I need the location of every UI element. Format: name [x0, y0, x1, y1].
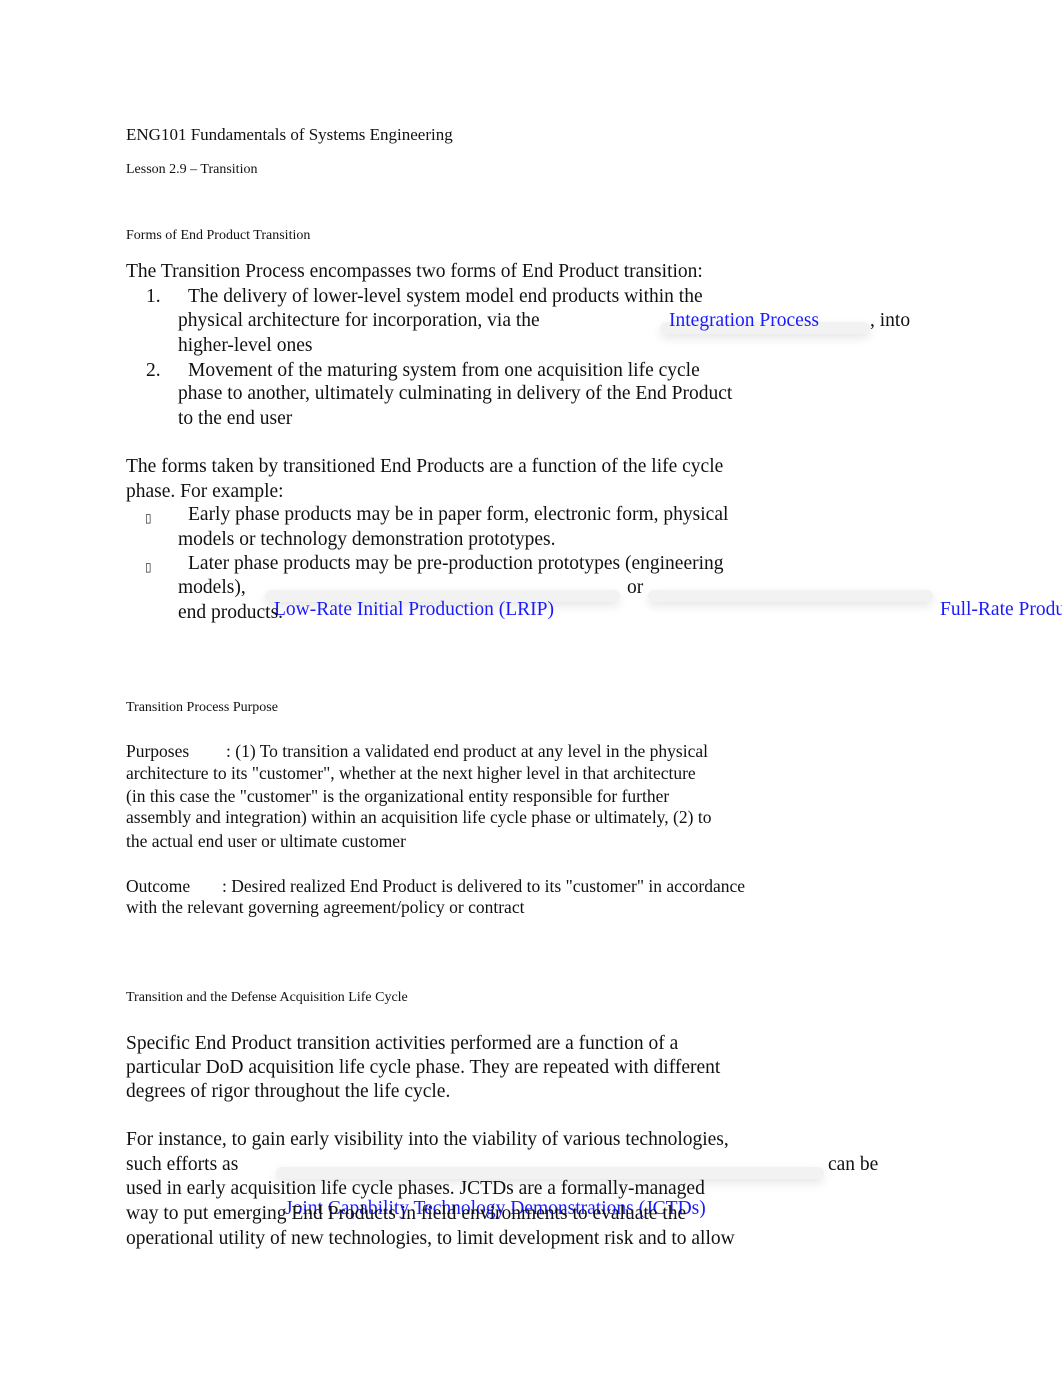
item-text: , into	[870, 310, 911, 331]
section-heading-lifecycle: Transition and the Defense Acquisition L…	[126, 990, 408, 1005]
bullet-icon: ▯	[145, 511, 152, 525]
bullet-text: or	[627, 577, 644, 598]
purposes-text: assembly and integration) within an acqu…	[126, 807, 712, 827]
purposes-label: Purposes	[126, 741, 190, 761]
item-text: to the end user	[178, 408, 293, 429]
purposes-text: architecture to its "customer", whether …	[126, 763, 696, 783]
lifecycle-paragraph: such efforts as	[126, 1154, 239, 1175]
bullet-text: Later phase products may be pre-producti…	[188, 553, 724, 574]
lifecycle-paragraph: can be	[828, 1154, 879, 1175]
purposes-text: : (1) To transition a validated end prod…	[226, 741, 708, 761]
lifecycle-paragraph: Specific End Product transition activiti…	[126, 1033, 679, 1054]
item-number: 1.	[146, 286, 161, 307]
lifecycle-paragraph: degrees of rigor throughout the life cyc…	[126, 1081, 451, 1102]
outcome-label: Outcome	[126, 876, 191, 896]
lifecycle-paragraph: For instance, to gain early visibility i…	[126, 1129, 729, 1150]
bullet-text: end products.	[178, 602, 284, 623]
outcome-text: with the relevant governing agreement/po…	[126, 897, 525, 917]
item-text: Movement of the maturing system from one…	[188, 360, 700, 381]
forms-paragraph: The forms taken by transitioned End Prod…	[126, 456, 724, 477]
item-text: The delivery of lower-level system model…	[188, 286, 703, 307]
forms-intro: The Transition Process encompasses two f…	[126, 261, 703, 282]
item-text: higher-level ones	[178, 335, 313, 356]
bullet-icon: ▯	[145, 560, 152, 574]
outcome-text: : Desired realized End Product is delive…	[222, 876, 746, 896]
bullet-text: models or technology demonstration proto…	[178, 529, 556, 550]
purposes-text: (in this case the "customer" is the orga…	[126, 786, 670, 806]
lifecycle-paragraph: operational utility of new technologies,…	[126, 1228, 735, 1249]
bullet-text: Early phase products may be in paper for…	[188, 504, 729, 525]
item-number: 2.	[146, 360, 161, 381]
lifecycle-paragraph: used in early acquisition life cycle pha…	[126, 1178, 705, 1199]
forms-paragraph: phase. For example:	[126, 481, 284, 502]
link-shadow	[648, 590, 933, 602]
bullet-text: models),	[178, 577, 246, 598]
bullet-item: ▯ Later phase products may be pre-produc…	[0, 22, 1062, 623]
item-text: physical architecture for incorporation,…	[178, 310, 540, 331]
section-heading-purpose: Transition Process Purpose	[126, 700, 278, 715]
lesson-title: Lesson 2.9 – Transition	[126, 162, 258, 177]
lrip-link[interactable]: Low-Rate Initial Production (LRIP)	[274, 599, 554, 620]
lifecycle-paragraph: particular DoD acquisition life cycle ph…	[126, 1057, 721, 1078]
frp-link[interactable]: Full-Rate Production (FRP)	[940, 599, 1062, 620]
integration-process-link[interactable]: Integration Process	[669, 310, 819, 331]
numbered-item: 1. The delivery of lower-level system mo…	[0, 0, 1062, 356]
course-title: ENG101 Fundamentals of Systems Engineeri…	[126, 125, 453, 144]
purposes-text: the actual end user or ultimate customer	[126, 831, 406, 851]
lifecycle-paragraph: way to put emerging End Products in fiel…	[126, 1203, 687, 1224]
item-text: phase to another, ultimately culminating…	[178, 383, 733, 404]
section-heading-forms: Forms of End Product Transition	[126, 228, 311, 243]
